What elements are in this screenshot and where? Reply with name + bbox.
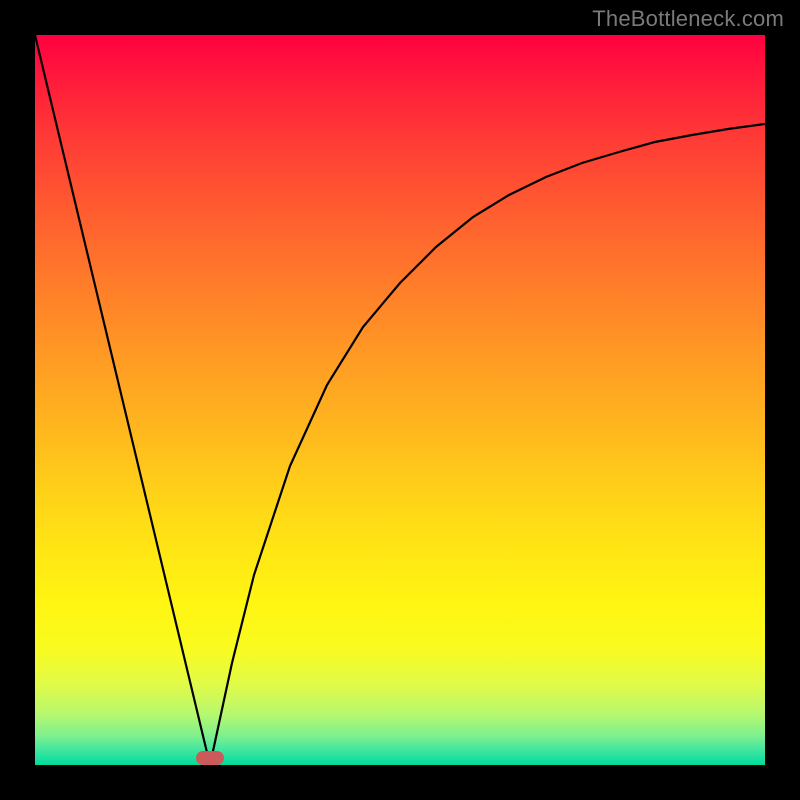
curve-right-segment: [210, 124, 765, 765]
minimum-marker: [196, 751, 224, 765]
chart-frame: TheBottleneck.com: [0, 0, 800, 800]
bottleneck-curve: [35, 35, 765, 765]
watermark-text: TheBottleneck.com: [592, 6, 784, 32]
curve-left-segment: [35, 35, 210, 765]
plot-area: [35, 35, 765, 765]
